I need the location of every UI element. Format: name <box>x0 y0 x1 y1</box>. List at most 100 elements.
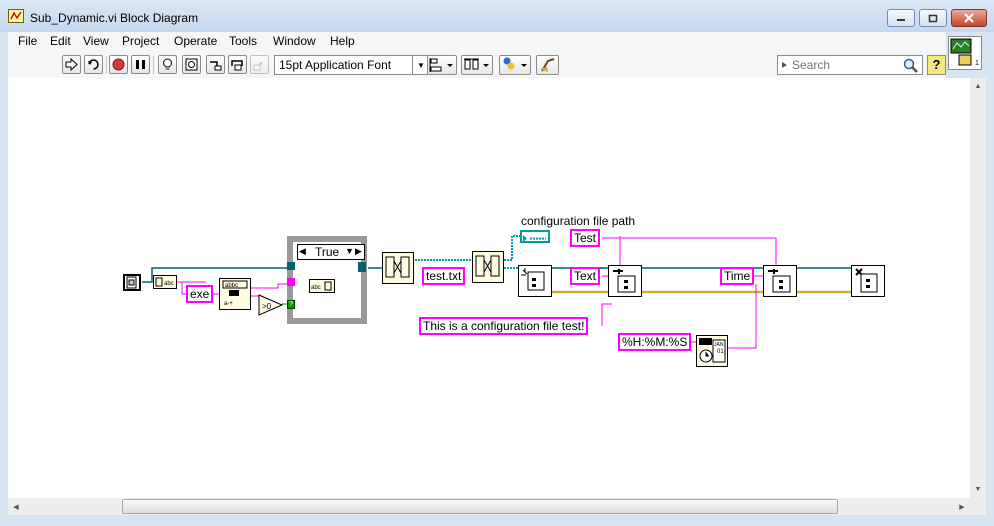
run-continuously-button[interactable] <box>84 55 103 74</box>
svg-text:abc: abc <box>311 285 321 291</box>
scroll-up-icon[interactable]: ▲ <box>970 78 986 95</box>
case-selector-terminal[interactable]: ? <box>287 300 295 309</box>
step-over-icon <box>231 60 243 71</box>
size-grip[interactable] <box>970 498 986 515</box>
svg-text:>0: >0 <box>262 302 272 311</box>
strip-path-node[interactable]: abc <box>309 279 335 293</box>
scroll-down-icon[interactable]: ▼ <box>970 481 986 498</box>
test-txt-string-constant[interactable]: test.txt <box>422 267 466 285</box>
vertical-scrollbar[interactable]: ▲ ▼ <box>970 78 986 498</box>
case-next-icon[interactable]: ▶ <box>355 246 362 257</box>
match-pattern-node[interactable]: abbc a-+ <box>219 278 251 310</box>
path-to-string-icon: abc <box>155 277 174 287</box>
menu-project[interactable]: Project <box>122 34 159 48</box>
restore-icon <box>928 14 938 22</box>
step-out-button[interactable] <box>250 55 269 74</box>
path-to-string-node[interactable]: abc <box>153 275 177 289</box>
case-string-tunnel[interactable] <box>287 278 295 286</box>
file-path-icon <box>126 276 137 289</box>
search-icon[interactable] <box>903 58 919 73</box>
close-button[interactable] <box>951 9 987 27</box>
distribute-objects-icon <box>464 58 489 70</box>
menu-bar: File Edit View Project Operate Tools Win… <box>8 32 946 52</box>
highlight-execution-button[interactable] <box>158 55 177 74</box>
case-input-tunnel[interactable] <box>287 262 295 270</box>
abort-button[interactable] <box>109 55 128 74</box>
strip-path-build-node[interactable] <box>382 252 414 284</box>
menu-help[interactable]: Help <box>330 34 355 48</box>
build-path-icon <box>385 256 410 278</box>
step-into-button[interactable] <box>206 55 225 74</box>
minimize-button[interactable] <box>887 9 915 27</box>
case-prev-icon[interactable]: ◀ <box>299 246 306 257</box>
menu-edit[interactable]: Edit <box>50 34 71 48</box>
pause-button[interactable] <box>131 55 150 74</box>
format-date-time-node[interactable]: JAN 01 <box>696 335 728 367</box>
scroll-left-icon[interactable]: ◀ <box>8 498 24 515</box>
case-dropdown-icon[interactable]: ▼ <box>345 246 354 256</box>
align-objects-button[interactable] <box>427 55 457 75</box>
run-arrow-icon <box>65 58 78 71</box>
step-over-button[interactable] <box>228 55 247 74</box>
lightbulb-icon <box>163 58 172 70</box>
reorder-button[interactable] <box>499 55 531 75</box>
horizontal-scrollbar[interactable]: ◀ ▶ <box>8 498 970 515</box>
write-key-node-2[interactable] <box>763 265 797 297</box>
menu-operate[interactable]: Operate <box>174 34 217 48</box>
case-output-tunnel[interactable] <box>358 262 366 272</box>
svg-text:1: 1 <box>975 60 979 67</box>
font-select[interactable]: 15pt Application Font ▼ <box>274 55 430 75</box>
case-structure[interactable]: ◀ True ▼ ▶ abc <box>287 236 367 324</box>
clean-up-diagram-button[interactable] <box>536 55 559 75</box>
match-pattern-icon: abbc a-+ <box>222 280 248 307</box>
retain-wire-values-button[interactable] <box>182 55 201 74</box>
text-key-constant[interactable]: Text <box>570 267 601 285</box>
open-config-data-node[interactable] <box>518 265 552 297</box>
menu-file[interactable]: File <box>18 34 37 48</box>
write-key-icon <box>768 269 791 293</box>
calendar-clock-icon: JAN01 <box>699 338 726 363</box>
close-config-data-node[interactable] <box>851 265 885 297</box>
menu-tools[interactable]: Tools <box>229 34 257 48</box>
pause-icon <box>136 60 145 69</box>
run-button[interactable] <box>62 55 81 74</box>
scroll-right-icon[interactable]: ▶ <box>954 498 970 515</box>
case-selector-value: True <box>315 245 340 259</box>
svg-text:a-+: a-+ <box>224 301 233 307</box>
broom-icon <box>539 58 554 72</box>
close-icon <box>964 13 974 23</box>
vi-connector-icon[interactable]: 1 <box>948 36 982 70</box>
string-to-path-icon: abc <box>311 281 332 291</box>
search-input[interactable] <box>792 57 896 73</box>
svg-text:JAN: JAN <box>714 342 724 348</box>
step-out-icon <box>253 61 263 71</box>
svg-text:abbc: abbc <box>225 283 238 289</box>
build-path-icon <box>475 255 500 277</box>
search-box[interactable] <box>777 55 923 75</box>
vi-icon: 1 <box>950 38 979 67</box>
horizontal-scroll-thumb[interactable] <box>122 499 838 514</box>
reorder-icon <box>503 57 527 70</box>
svg-text:01: 01 <box>717 349 724 355</box>
minimize-icon <box>897 19 905 21</box>
time-key-constant[interactable]: Time <box>720 267 755 285</box>
context-help-button[interactable]: ? <box>927 55 946 75</box>
config-text-constant[interactable]: This is a configuration file test! <box>419 317 589 335</box>
test-section-constant[interactable]: Test <box>570 229 601 247</box>
current-vi-path-node[interactable] <box>123 274 141 291</box>
distribute-objects-button[interactable] <box>461 55 493 75</box>
run-continuously-icon <box>88 59 99 70</box>
case-selector-label[interactable]: ◀ True ▼ ▶ <box>297 244 365 260</box>
write-key-node-1[interactable] <box>608 265 642 297</box>
restore-button[interactable] <box>919 9 947 27</box>
block-diagram-canvas[interactable]: abc exe abbc a-+ >0 ◀ True ▼ ▶ abc ? test… <box>8 78 970 498</box>
greater-than-zero-node[interactable]: >0 <box>258 294 284 316</box>
time-format-constant[interactable]: %H:%M:%S <box>618 333 692 351</box>
window-title: Sub_Dynamic.vi Block Diagram <box>30 11 199 25</box>
menu-view[interactable]: View <box>83 34 109 48</box>
align-objects-icon <box>429 58 453 72</box>
exe-string-constant[interactable]: exe <box>186 285 214 303</box>
menu-window[interactable]: Window <box>273 34 316 48</box>
config-path-indicator[interactable] <box>520 230 550 243</box>
build-path-node[interactable] <box>472 251 504 283</box>
